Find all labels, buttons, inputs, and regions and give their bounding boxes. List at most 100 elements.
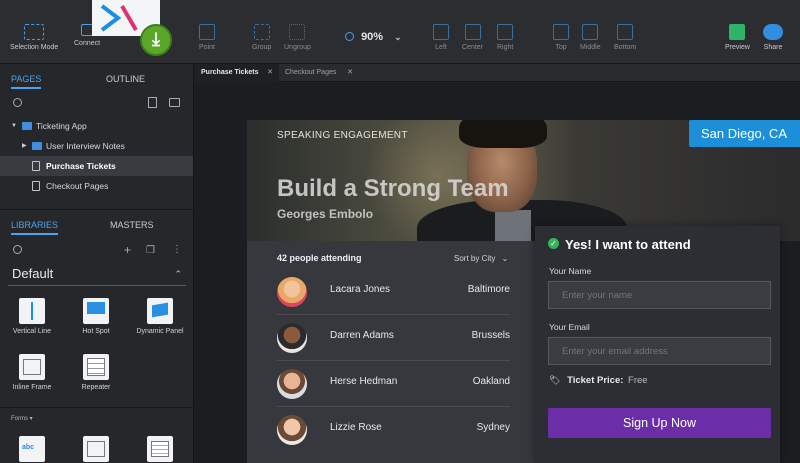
attendee-city: Brussels xyxy=(471,330,510,341)
align-bottom-button[interactable]: Bottom xyxy=(614,24,636,51)
more-icon[interactable]: ⋮ xyxy=(172,244,182,255)
library-select[interactable]: Default ⌃ xyxy=(8,264,186,286)
sort-dropdown[interactable]: Sort by City ⌄ xyxy=(454,254,508,263)
align-left-button[interactable]: Left xyxy=(433,24,449,51)
align-top-button[interactable]: Top xyxy=(553,24,569,51)
add-folder-icon[interactable] xyxy=(169,98,180,107)
email-field[interactable] xyxy=(548,337,771,365)
tab-purchase-tickets[interactable]: Purchase Tickets ✕ xyxy=(195,64,279,82)
pages-search-row xyxy=(0,90,193,116)
tab-outline[interactable]: OUTLINE xyxy=(106,74,145,84)
close-icon[interactable]: ✕ xyxy=(347,64,353,82)
point-label: Point xyxy=(199,44,215,51)
library-icon[interactable]: ❐ xyxy=(146,245,155,256)
widget-inline-frame[interactable]: Inline Frame xyxy=(2,354,62,391)
align-bottom-icon xyxy=(617,24,634,40)
zoom-control[interactable]: 90% ⌄ xyxy=(345,31,402,43)
page-tree: ▼ Ticketing App ▶ User Interview Notes P… xyxy=(0,116,193,196)
list-item[interactable]: Darren Adams Brussels xyxy=(277,315,510,361)
ticket-price-label: Ticket Price: xyxy=(567,375,624,386)
logo-icon xyxy=(100,4,138,32)
selection-mode-button[interactable]: Selection Mode xyxy=(10,24,58,51)
avatar xyxy=(277,415,307,445)
tab-checkout-pages[interactable]: Checkout Pages ✕ xyxy=(279,64,359,82)
ungroup-label: Ungroup xyxy=(284,44,311,51)
search-icon[interactable] xyxy=(13,98,22,107)
list-item[interactable]: Lacara Jones Baltimore xyxy=(277,269,510,315)
dynamic-panel-icon xyxy=(147,298,173,324)
group-icon xyxy=(253,24,270,40)
forms-section-toggle[interactable]: Forms ▾ xyxy=(11,415,33,422)
add-icon[interactable]: + xyxy=(124,243,131,257)
search-icon[interactable] xyxy=(13,245,22,254)
widget-label: Hot Spot xyxy=(82,328,110,335)
widget-vertical-line[interactable]: Vertical Line xyxy=(2,298,62,335)
folder-icon xyxy=(22,122,32,130)
group-button[interactable]: Group xyxy=(252,24,271,51)
avatar xyxy=(277,369,307,399)
widget-label: Dynamic Panel xyxy=(136,328,184,335)
sign-up-button[interactable]: Sign Up Now xyxy=(548,408,771,438)
share-button[interactable]: Share xyxy=(763,24,783,51)
align-right-label: Right xyxy=(497,44,514,51)
tree-item-ticketing-app[interactable]: ▼ Ticketing App xyxy=(0,116,193,136)
tab-pages[interactable]: PAGES xyxy=(11,74,42,89)
selection-mode-icon xyxy=(24,24,45,40)
selection-mode-label: Selection Mode xyxy=(10,44,59,51)
download-icon[interactable]: ⤓ xyxy=(140,24,172,56)
widget-repeater[interactable]: Repeater xyxy=(66,354,126,391)
design-canvas[interactable]: SPEAKING ENGAGEMENT Build a Strong Team … xyxy=(195,83,800,463)
tab-masters[interactable]: MASTERS xyxy=(110,220,154,230)
page-icon xyxy=(32,161,40,171)
attendee-name: Lizzie Rose xyxy=(330,422,382,433)
tree-item-user-interview-notes[interactable]: ▶ User Interview Notes xyxy=(0,136,193,156)
tree-item-checkout-pages[interactable]: Checkout Pages xyxy=(0,176,193,196)
droplist-widget-icon[interactable] xyxy=(147,436,173,462)
close-icon[interactable]: ✕ xyxy=(267,64,273,82)
align-right-icon xyxy=(497,24,514,40)
avatar xyxy=(277,323,307,353)
hero-speaker: Georges Embolo xyxy=(277,207,374,221)
align-right-button[interactable]: Right xyxy=(497,24,513,51)
text-field-widget-icon[interactable]: abc xyxy=(19,436,45,462)
ungroup-icon xyxy=(289,24,306,40)
align-top-label: Top xyxy=(555,44,567,51)
expand-triangle-icon[interactable]: ▼ xyxy=(11,116,17,136)
align-center-button[interactable]: Center xyxy=(462,24,483,51)
signup-form: ✓ Yes! I want to attend Your Name Your E… xyxy=(535,226,780,463)
folder-icon xyxy=(32,142,42,150)
email-label: Your Email xyxy=(549,322,590,332)
zoom-value: 90% xyxy=(361,31,384,43)
preview-button[interactable]: Preview xyxy=(725,24,750,51)
libraries-search-row: + ❐ ⋮ xyxy=(0,240,194,262)
collapse-triangle-icon[interactable]: ▶ xyxy=(22,136,27,156)
ticket-price: 🏷 Ticket Price: Free xyxy=(549,375,648,386)
list-item[interactable]: Herse Hedman Oakland xyxy=(277,361,510,407)
page-icon xyxy=(32,181,40,191)
zoom-search-icon xyxy=(345,32,354,41)
list-item[interactable]: Lizzie Rose Sydney xyxy=(277,407,510,453)
align-middle-button[interactable]: Middle xyxy=(580,24,601,51)
attendee-list: 42 people attending Sort by City ⌄ Lacar… xyxy=(247,241,537,463)
add-page-icon[interactable] xyxy=(148,97,157,108)
repeater-icon xyxy=(83,354,109,380)
chevron-down-icon: ⌄ xyxy=(501,254,509,263)
hero-kicker: SPEAKING ENGAGEMENT xyxy=(277,130,408,141)
align-bottom-label: Bottom xyxy=(614,44,637,51)
check-circle-icon: ✓ xyxy=(548,238,559,249)
name-field[interactable] xyxy=(548,281,771,309)
doc-tab-label: Checkout Pages xyxy=(285,69,337,76)
widget-dynamic-panel[interactable]: Dynamic Panel xyxy=(130,298,190,335)
attendee-city: Sydney xyxy=(476,422,510,433)
text-area-widget-icon[interactable] xyxy=(83,436,109,462)
tab-libraries[interactable]: LIBRARIES xyxy=(11,220,59,235)
tree-item-label: Checkout Pages xyxy=(46,181,109,191)
point-button[interactable]: Point xyxy=(199,24,215,51)
city-badge: San Diego, CA xyxy=(689,120,800,147)
widget-hot-spot[interactable]: Hot Spot xyxy=(66,298,126,335)
doc-tab-label: Purchase Tickets xyxy=(201,69,259,76)
ungroup-button[interactable]: Ungroup xyxy=(284,24,311,51)
hero-title: Build a Strong Team xyxy=(277,175,509,202)
widget-label: Repeater xyxy=(81,384,111,391)
tree-item-purchase-tickets[interactable]: Purchase Tickets xyxy=(0,156,193,176)
